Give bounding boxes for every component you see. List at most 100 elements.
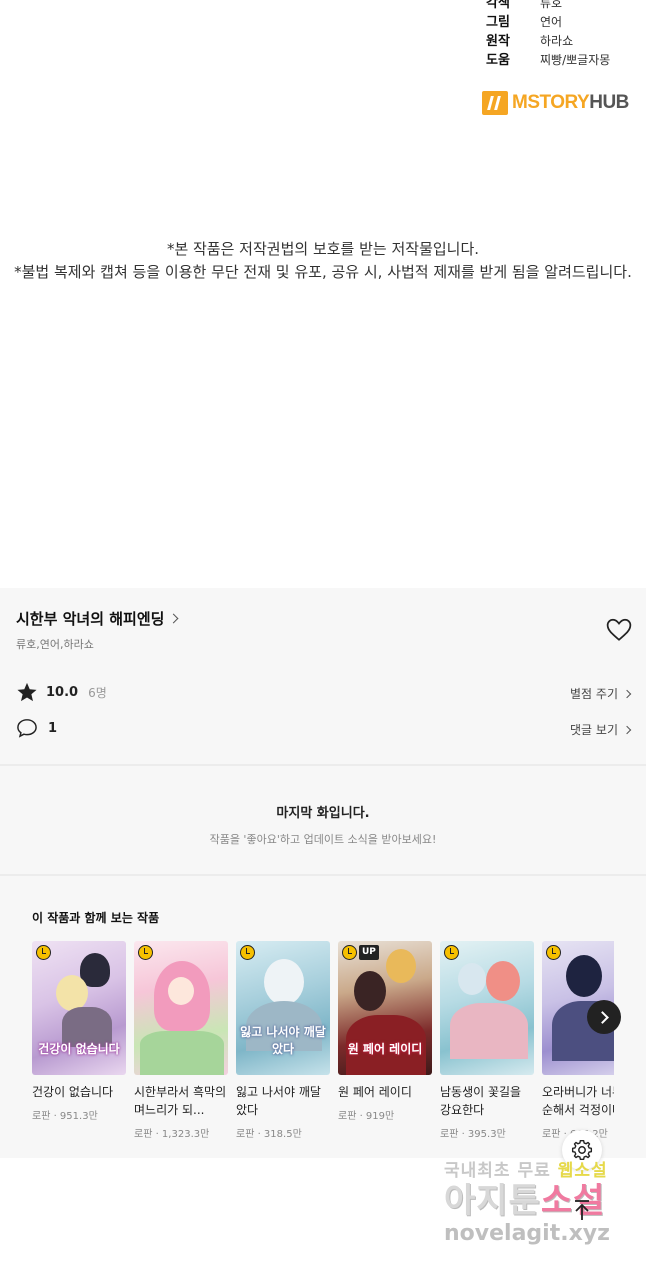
- heart-icon[interactable]: [606, 618, 632, 642]
- logo-mstory: MSTORY: [512, 92, 590, 113]
- work-authors: 류호,연어,하라쇼: [16, 638, 94, 651]
- chevron-right-icon: [169, 613, 179, 624]
- rec-item[interactable]: 건강이 없습니다 건강이 없습니다 로판 · 951.3만: [32, 941, 126, 1122]
- rec-cover-image: 잃고 나서야 깨달았다: [236, 941, 330, 1075]
- watermark-line-1: 국내최초 무료 웹소설: [444, 1156, 644, 1181]
- comment-icon: [17, 719, 37, 738]
- credit-role: 원작: [486, 34, 510, 49]
- cover-figure: [354, 971, 386, 1011]
- rec-cover-image: [134, 941, 228, 1075]
- rec-cover-title: 원 페어 레이디: [347, 1042, 423, 1056]
- view-comments-button[interactable]: 댓글 보기: [570, 721, 632, 738]
- credit-row: 도움 찌빵/뽀글자몽: [486, 51, 610, 70]
- watermark-line-3: novelagit.xyz: [444, 1221, 610, 1246]
- watermark-text: 국내최초 무료: [444, 1161, 558, 1181]
- star-icon: [17, 682, 37, 702]
- watermark: 국내최초 무료 웹소설 아지툰소설 novelagit.xyz: [444, 1156, 644, 1268]
- rec-cover-title: 건강이 없습니다: [38, 1042, 120, 1056]
- cover-figure: [566, 955, 602, 997]
- recommendations-carousel: 건강이 없습니다 건강이 없습니다 로판 · 951.3만 시한부라서 흑막의 …: [32, 941, 614, 1151]
- rec-meta: 로판 · 919만: [338, 1111, 395, 1122]
- copyright-notice: *본 작품은 저작권법의 보호를 받는 저작물입니다. *불법 복제와 캡쳐 등…: [0, 238, 646, 284]
- rating-value: 10.0: [46, 684, 79, 700]
- scroll-top-button[interactable]: [562, 1190, 602, 1230]
- rec-name: 잃고 나서야 깨달았다: [236, 1085, 321, 1117]
- rec-meta: 로판 · 951.3만: [32, 1111, 98, 1122]
- logo-text: MSTORYHUB: [512, 92, 629, 114]
- rec-name: 원 페어 레이디: [338, 1085, 412, 1099]
- recommendations-section: 이 작품과 함께 보는 작품 건강이 없습니다 건강이 없습니다 로판 · 95…: [0, 876, 646, 1158]
- rec-name: 남동생이 꽃길을 강요한다: [440, 1085, 522, 1117]
- clock-badge-icon: [138, 945, 153, 960]
- viewer-page: { "credits": [ {"role": "각색", "name": "류…: [0, 0, 646, 1273]
- credits: 각색 류호 그림 연어 원작 하라쇼 도움 찌빵/뽀글자몽: [486, 0, 610, 70]
- watermark-text: 아지툰: [444, 1181, 541, 1221]
- rec-name: 시한부라서 흑막의 며느리가 되...: [134, 1085, 227, 1117]
- rec-item[interactable]: 시한부라서 흑막의 며느리가 되... 로판 · 1,323.3만: [134, 941, 228, 1140]
- rec-item[interactable]: 잃고 나서야 깨달았다 잃고 나서야 깨달았다 로판 · 318.5만: [236, 941, 330, 1140]
- arrow-up-icon: [575, 1200, 589, 1220]
- cover-figure: [264, 959, 304, 1005]
- rec-item[interactable]: 오라버니가 너무 순해서 걱정이다 로판 · 666.2만: [542, 941, 614, 1140]
- rec-cover-image: 건강이 없습니다: [32, 941, 126, 1075]
- credit-role: 그림: [486, 15, 510, 30]
- comment-row: 1: [16, 718, 57, 738]
- clock-badge-icon: [546, 945, 561, 960]
- cover-figure: [168, 977, 194, 1005]
- cover-figure: [56, 975, 88, 1011]
- copyright-line-1: *본 작품은 저작권법의 보호를 받는 저작물입니다.: [166, 240, 480, 258]
- credit-role: 각색: [486, 0, 510, 11]
- credit-name: 연어: [540, 15, 563, 29]
- chevron-right-icon: [622, 689, 632, 698]
- work-title: 시한부 악녀의 해피엔딩: [16, 610, 165, 628]
- work-title-link[interactable]: 시한부 악녀의 해피엔딩: [16, 608, 179, 629]
- rec-cover-image: UP 원 페어 레이디: [338, 941, 432, 1075]
- rec-meta: 로판 · 318.5만: [236, 1129, 302, 1140]
- chevron-right-icon: [622, 725, 632, 734]
- credit-name: 찌빵/뽀글자몽: [540, 53, 611, 67]
- clock-badge-icon: [240, 945, 255, 960]
- rating-count: 6명: [88, 685, 107, 700]
- rec-meta: 로판 · 1,323.3만: [134, 1129, 210, 1140]
- cover-figure: [458, 963, 486, 995]
- rec-item[interactable]: UP 원 페어 레이디 원 페어 레이디 로판 · 919만: [338, 941, 432, 1122]
- credit-row: 각색 류호: [486, 0, 610, 13]
- recommendations-title: 이 작품과 함께 보는 작품: [32, 911, 160, 925]
- credit-name: 류호: [540, 0, 563, 10]
- carousel-next-button[interactable]: [587, 1000, 621, 1034]
- rec-cover-title: 잃고 나서야 깨달았다: [240, 1025, 326, 1056]
- credit-role: 도움: [486, 53, 510, 68]
- rate-button[interactable]: 별점 주기: [570, 685, 632, 702]
- logo-hub: HUB: [589, 92, 629, 113]
- rec-cover-image: [440, 941, 534, 1075]
- last-episode-panel: 마지막 화입니다. 작품을 '좋아요'하고 업데이트 소식을 받아보세요!: [0, 766, 646, 874]
- view-comments-label: 댓글 보기: [570, 723, 618, 737]
- clock-badge-icon: [444, 945, 459, 960]
- chevron-right-icon: [596, 1010, 609, 1024]
- last-episode-title: 마지막 화입니다.: [276, 806, 370, 821]
- watermark-text: 웹소설: [557, 1161, 608, 1181]
- credit-name: 하라쇼: [540, 34, 574, 48]
- cover-figure: [486, 961, 520, 1001]
- watermark-line-2: 아지툰소설: [444, 1181, 644, 1221]
- clock-badge-icon: [342, 945, 357, 960]
- credit-row: 그림 연어: [486, 13, 610, 32]
- up-badge: UP: [359, 945, 379, 960]
- rec-item[interactable]: 남동생이 꽃길을 강요한다 로판 · 395.3만: [440, 941, 534, 1140]
- rec-name: 건강이 없습니다: [32, 1085, 114, 1099]
- mstoryhub-logo: MSTORYHUB: [482, 90, 629, 116]
- rec-name: 오라버니가 너무 순해서 걱정이다: [542, 1085, 614, 1117]
- cover-figure: [450, 1003, 528, 1059]
- work-info-panel: 시한부 악녀의 해피엔딩 류호,연어,하라쇼 10.0 6명 별점 주기 1 댓…: [0, 588, 646, 764]
- copyright-line-2: *불법 복제와 캡쳐 등을 이용한 무단 전재 및 유포, 공유 시, 사법적 …: [14, 263, 632, 281]
- last-episode-subtitle: 작품을 '좋아요'하고 업데이트 소식을 받아보세요!: [209, 833, 437, 846]
- cover-figure: [386, 949, 416, 983]
- rate-button-label: 별점 주기: [570, 687, 618, 701]
- comment-count: 1: [48, 720, 58, 736]
- rec-meta: 로판 · 395.3만: [440, 1129, 506, 1140]
- credit-row: 원작 하라쇼: [486, 32, 610, 51]
- rating-row: 10.0 6명: [16, 682, 107, 702]
- clock-badge-icon: [36, 945, 51, 960]
- cover-figure: [140, 1031, 224, 1075]
- mstoryhub-logo-icon: [482, 91, 508, 115]
